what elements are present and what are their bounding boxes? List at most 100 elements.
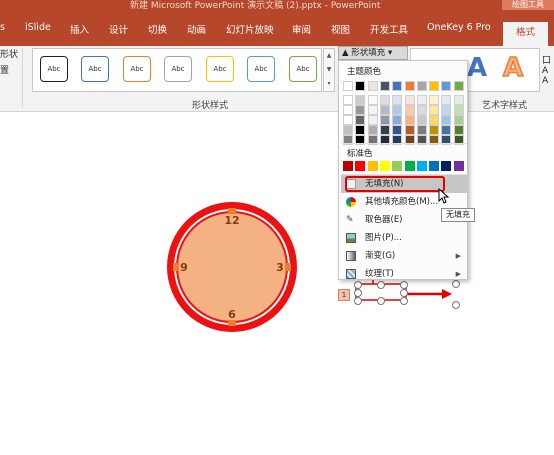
theme-color-swatch[interactable] [404, 81, 415, 91]
resize-handle[interactable] [377, 297, 385, 305]
theme-color-swatch[interactable] [453, 115, 464, 125]
theme-color-swatch[interactable] [404, 125, 415, 135]
theme-color-swatch[interactable] [355, 115, 366, 125]
theme-color-swatch[interactable] [379, 125, 390, 135]
standard-color-swatch[interactable] [453, 161, 464, 171]
resize-handle[interactable] [400, 289, 408, 297]
shape-style-swatch[interactable]: Abc [81, 56, 109, 82]
tab-view[interactable]: 视图 [331, 22, 350, 36]
theme-color-swatch[interactable] [416, 125, 427, 135]
theme-color-swatch[interactable] [429, 105, 440, 115]
theme-color-swatch[interactable] [392, 115, 403, 125]
menu-item-picture[interactable]: 图片(P)... [341, 229, 467, 247]
theme-color-swatch[interactable] [453, 95, 464, 105]
standard-color-swatch[interactable] [355, 161, 366, 171]
shape-style-swatch[interactable]: Abc [164, 56, 192, 82]
shape-style-swatch[interactable]: Abc [247, 56, 275, 82]
theme-color-swatch[interactable] [343, 125, 353, 135]
theme-color-swatch[interactable] [404, 115, 415, 125]
resize-handle[interactable] [400, 297, 408, 305]
theme-color-swatch[interactable] [343, 105, 353, 115]
gallery-scroll[interactable]: ▲ ▼ ▾ [323, 48, 335, 92]
theme-color-swatch[interactable] [453, 81, 464, 91]
theme-color-swatch[interactable] [453, 125, 464, 135]
theme-color-swatch[interactable] [355, 95, 366, 105]
theme-color-swatch[interactable] [441, 105, 452, 115]
arrange-fragment-label[interactable]: 置 [0, 63, 9, 76]
shape-fill-button[interactable]: ▲ 形状填充 ▾ [338, 46, 408, 60]
tab-partial[interactable]: s [0, 22, 5, 33]
theme-color-swatch[interactable] [441, 115, 452, 125]
theme-color-swatch[interactable] [404, 105, 415, 115]
tab-format[interactable]: 格式 [503, 22, 548, 46]
tab-slideshow[interactable]: 幻灯片放映 [226, 22, 274, 36]
standard-color-swatch[interactable] [343, 161, 353, 171]
theme-color-swatch[interactable] [429, 125, 440, 135]
theme-color-swatch[interactable] [355, 125, 366, 135]
shape-fragment-label[interactable]: 形状 [0, 47, 18, 60]
text-outline-icon[interactable]: 口 [542, 56, 551, 66]
shape-style-swatch[interactable]: Abc [40, 56, 68, 82]
standard-color-swatch[interactable] [392, 161, 403, 171]
theme-color-swatch[interactable] [343, 115, 353, 125]
wordart-style-blue[interactable]: A [467, 53, 487, 83]
theme-color-swatch[interactable] [379, 81, 390, 91]
theme-color-swatch[interactable] [453, 105, 464, 115]
theme-color-swatch[interactable] [416, 115, 427, 125]
scroll-up-icon[interactable]: ▲ [324, 49, 334, 63]
theme-color-swatch[interactable] [379, 105, 390, 115]
theme-color-swatch[interactable] [441, 95, 452, 105]
menu-item-texture[interactable]: 纹理(T) ▶ [341, 265, 467, 283]
theme-color-swatch[interactable] [416, 105, 427, 115]
menu-item-gradient[interactable]: 渐变(G) ▶ [341, 247, 467, 265]
tab-animations[interactable]: 动画 [187, 22, 206, 36]
theme-color-swatch[interactable] [429, 95, 440, 105]
theme-color-swatch[interactable] [367, 105, 378, 115]
theme-color-swatch[interactable] [367, 125, 378, 135]
theme-color-swatch[interactable] [392, 105, 403, 115]
theme-color-swatch[interactable] [416, 95, 427, 105]
standard-color-swatch[interactable] [404, 161, 415, 171]
theme-color-swatch[interactable] [379, 95, 390, 105]
theme-color-swatch[interactable] [343, 95, 353, 105]
tab-design[interactable]: 设计 [109, 22, 128, 36]
standard-color-swatch[interactable] [429, 161, 440, 171]
shape-style-swatch[interactable]: Abc [206, 56, 234, 82]
gallery-more-icon[interactable]: ▾ [324, 77, 334, 91]
tab-onekey[interactable]: OneKey 6 Pro [427, 22, 491, 33]
theme-color-swatch[interactable] [379, 115, 390, 125]
text-effects-icon[interactable]: A [542, 76, 551, 86]
standard-color-swatch[interactable] [367, 161, 378, 171]
theme-color-swatch[interactable] [429, 115, 440, 125]
tab-transitions[interactable]: 切换 [148, 22, 167, 36]
text-fill-controls[interactable]: 口 A A [542, 56, 551, 86]
theme-color-swatch[interactable] [416, 81, 427, 91]
resize-handle[interactable] [354, 289, 362, 297]
standard-color-swatch[interactable] [441, 161, 452, 171]
clock-face[interactable] [176, 211, 288, 323]
wordart-style-orange[interactable]: A [502, 52, 524, 84]
tab-developer[interactable]: 开发工具 [370, 22, 408, 36]
text-fill-icon[interactable]: A [542, 66, 551, 76]
theme-color-swatch[interactable] [355, 81, 366, 91]
theme-color-swatch[interactable] [343, 81, 353, 91]
tab-islide[interactable]: iSlide [25, 22, 51, 33]
theme-color-swatch[interactable] [441, 81, 452, 91]
theme-color-swatch[interactable] [367, 95, 378, 105]
theme-color-swatch[interactable] [392, 81, 403, 91]
theme-color-swatch[interactable] [404, 95, 415, 105]
theme-color-swatch[interactable] [367, 115, 378, 125]
theme-color-swatch[interactable] [367, 81, 378, 91]
theme-color-swatch[interactable] [355, 105, 366, 115]
slide-canvas[interactable]: 12 3 6 9 1 [0, 112, 554, 455]
tab-review[interactable]: 审阅 [292, 22, 311, 36]
tab-insert[interactable]: 插入 [70, 22, 89, 36]
shape-style-swatch[interactable]: Abc [123, 56, 151, 82]
theme-color-swatch[interactable] [392, 125, 403, 135]
standard-color-swatch[interactable] [379, 161, 390, 171]
resize-handle[interactable] [354, 297, 362, 305]
shape-style-swatch[interactable]: Abc [289, 56, 317, 82]
standard-color-swatch[interactable] [416, 161, 427, 171]
resize-handle[interactable] [452, 301, 460, 309]
scroll-down-icon[interactable]: ▼ [324, 63, 334, 77]
